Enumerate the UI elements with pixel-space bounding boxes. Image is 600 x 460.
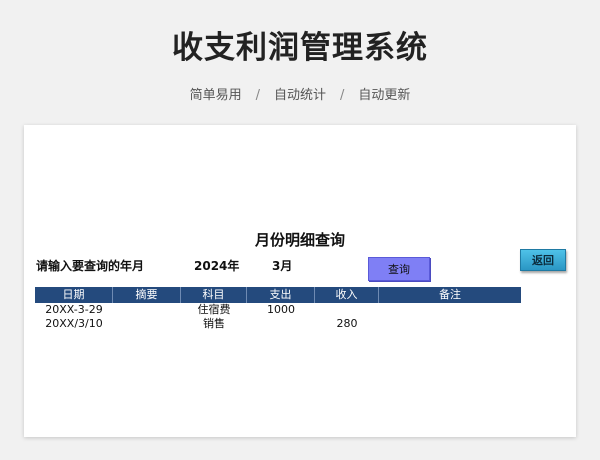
feature-auto-stats: 自动统计 — [273, 88, 326, 103]
cell-income[interactable]: 280 — [315, 317, 379, 331]
query-button[interactable]: 查询 — [368, 257, 430, 281]
column-header-date: 日期 — [35, 287, 113, 303]
cell-expense[interactable]: 1000 — [247, 303, 315, 317]
detail-table: 日期 摘要 科目 支出 收入 备注 20XX-3-29 住宿费 1000 20X… — [35, 287, 521, 331]
cell-date[interactable]: 20XX-3-29 — [35, 303, 113, 317]
feature-auto-update: 自动更新 — [358, 88, 411, 103]
cell-summary[interactable] — [113, 317, 181, 331]
panel-title: 月份明细查询 — [254, 231, 345, 249]
table-row: 20XX-3-29 住宿费 1000 — [35, 303, 521, 317]
cell-date[interactable]: 20XX/3/10 — [35, 317, 113, 331]
cell-subject[interactable]: 住宿费 — [181, 303, 247, 317]
cell-remark[interactable] — [379, 303, 521, 317]
cell-remark[interactable] — [379, 317, 521, 331]
separator: / — [340, 88, 345, 103]
cell-subject[interactable]: 销售 — [181, 317, 247, 331]
column-header-subject: 科目 — [181, 287, 247, 303]
column-header-expense: 支出 — [247, 287, 315, 303]
column-header-remark: 备注 — [439, 288, 461, 301]
query-label: 请输入要查询的年月 — [36, 259, 145, 273]
table-row: 20XX/3/10 销售 280 — [35, 317, 521, 331]
back-button[interactable]: 返回 — [520, 249, 566, 271]
column-header-summary: 摘要 — [113, 287, 181, 303]
page-title: 收支利润管理系统 — [172, 30, 428, 66]
separator: / — [255, 88, 260, 103]
column-header-income: 收入 — [315, 287, 379, 303]
cell-summary[interactable] — [113, 303, 181, 317]
year-input[interactable]: 2024年 — [194, 257, 239, 274]
feature-easy: 简单易用 — [189, 88, 242, 103]
cell-income[interactable] — [315, 303, 379, 317]
feature-tagline: 简单易用 / 自动统计 / 自动更新 — [0, 84, 600, 103]
cell-expense[interactable] — [247, 317, 315, 331]
table-header: 日期 摘要 科目 支出 收入 备注 — [35, 287, 521, 303]
spreadsheet-panel: 月份明细查询 请输入要查询的年月 2024年 3月 查询 返回 日期 摘要 科目… — [24, 125, 576, 437]
month-input[interactable]: 3月 — [272, 257, 292, 274]
